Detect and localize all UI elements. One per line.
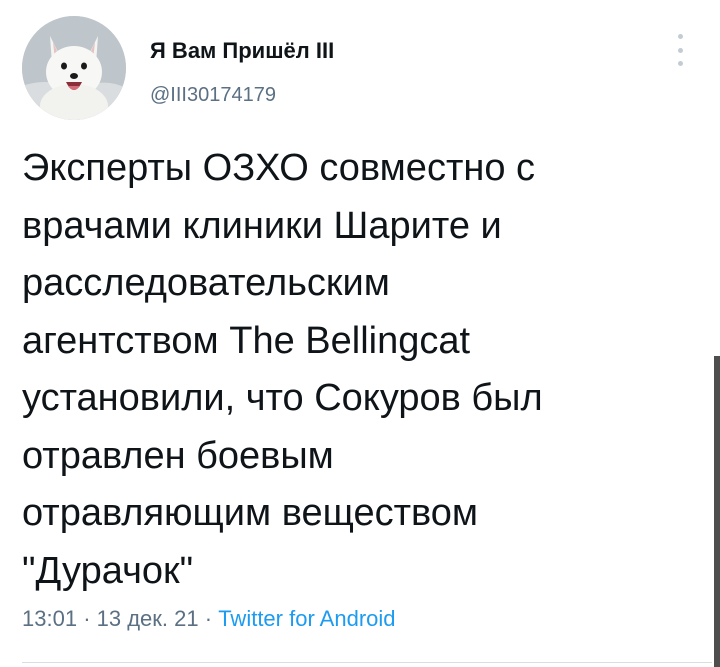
user-handle[interactable]: @III30174179 [150,84,276,107]
tweet-time[interactable]: 13:01 [22,606,77,631]
divider [22,662,712,663]
meta-separator: · [204,606,219,631]
more-vertical-icon-dot [677,47,683,53]
arctic-fox-avatar-icon [22,16,126,120]
more-vertical-icon [677,34,683,39]
scrollbar[interactable] [714,356,720,667]
tweet-metadata: 13:01 · 13 дек. 21 · Twitter for Android [22,606,396,632]
display-name[interactable]: Я Вам Пришёл III [150,38,334,64]
tweet-text: Эксперты ОЗХО совместно с врачами клиник… [22,147,543,592]
meta-separator: · [83,606,97,631]
more-options-button[interactable] [670,34,690,66]
more-vertical-icon-dot [677,61,683,66]
tweet-date[interactable]: 13 дек. 21 [97,606,199,631]
avatar[interactable] [22,16,126,120]
tweet: Я Вам Пришёл III @III30174179 Эксперты О… [0,0,720,667]
tweet-source-link[interactable]: Twitter for Android [218,606,395,631]
